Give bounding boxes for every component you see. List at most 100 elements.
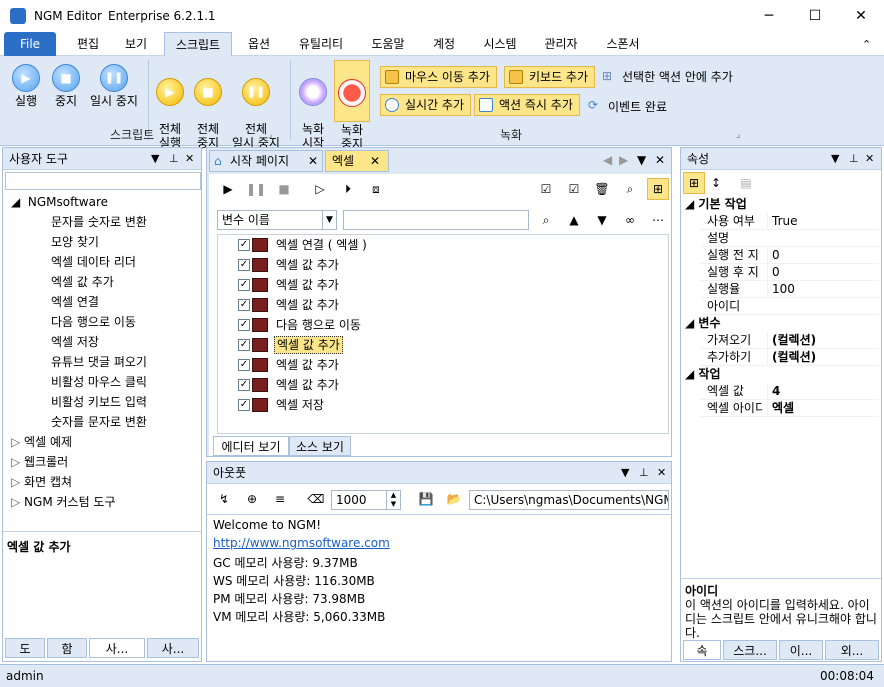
dialog-launcher-icon[interactable]: ⌟	[736, 130, 740, 140]
record-stop-button[interactable]: 녹화 중지	[334, 60, 370, 151]
play-icon[interactable]: ▶	[217, 178, 239, 200]
tab-left-2[interactable]: 함	[47, 638, 87, 658]
tab-props-4[interactable]: 외...	[825, 640, 879, 660]
action-row[interactable]: ✓ 엑셀 연결 ( 엑셀 )	[238, 235, 658, 255]
minimize-button[interactable]: ─	[746, 0, 792, 32]
prop-value[interactable]: 100	[767, 281, 795, 298]
expand-arrow-icon[interactable]: ▷	[11, 435, 24, 449]
stop-icon[interactable]: ■	[273, 178, 295, 200]
tree-item[interactable]: 모양 찾기	[51, 232, 99, 252]
close-icon[interactable]: ✕	[657, 462, 666, 484]
output-link[interactable]: http://www.ngmsoftware.com	[213, 536, 390, 550]
prop-value[interactable]: (컬렉션)	[767, 332, 816, 349]
tree-group[interactable]: ▷ 화면 캡쳐	[11, 472, 72, 492]
tab-left-4[interactable]: 사...	[147, 638, 199, 658]
tab-start-page[interactable]: ⌂ 시작 페이지 ✕	[209, 150, 323, 172]
checkbox[interactable]: ✓	[238, 299, 250, 311]
tree-item[interactable]: 비활성 키보드 입력	[51, 392, 147, 412]
play-button[interactable]: ▶ 실행	[8, 64, 44, 108]
run-all-button[interactable]: ▶ 전체 실행	[152, 64, 188, 150]
expand-arrow-icon[interactable]: ▷	[11, 455, 24, 469]
tab-utility[interactable]: 유틸리티	[290, 32, 352, 56]
tab-file[interactable]: File	[4, 32, 56, 56]
action-row[interactable]: ✓ 엑셀 값 추가	[238, 355, 658, 375]
checkbox[interactable]: ✓	[238, 319, 250, 331]
line-count-stepper[interactable]: 1000 ▲ ▼	[331, 490, 401, 510]
action-row[interactable]: ✓ 엑셀 값 추가	[238, 295, 658, 315]
tab-admin[interactable]: 관리자	[536, 32, 586, 56]
tree-item[interactable]: 엑셀 데이타 리더	[51, 252, 136, 272]
prop-row[interactable]: 설명	[701, 230, 879, 247]
action-row[interactable]: ✓ 엑셀 값 추가	[238, 275, 658, 295]
prop-value[interactable]: True	[767, 213, 798, 230]
run-selected-icon[interactable]: ⏵	[337, 178, 359, 200]
move-up-icon[interactable]: ▲	[563, 209, 585, 231]
tree-item[interactable]: 숫자를 문자로 변환	[51, 412, 147, 432]
action-row[interactable]: ✓ 엑셀 값 추가	[238, 375, 658, 395]
checkbox[interactable]: ✓	[238, 259, 250, 271]
close-button[interactable]: ✕	[838, 0, 884, 32]
tab-edit[interactable]: 편집	[66, 32, 110, 56]
close-icon[interactable]: ✕	[185, 148, 194, 170]
realtime-add-button[interactable]: 실시간 추가	[380, 94, 472, 116]
folder-icon[interactable]: 📂	[443, 488, 465, 510]
prop-value[interactable]: 엑셀	[767, 400, 794, 417]
pin-icon[interactable]: ⊥	[169, 148, 179, 170]
stop-all-button[interactable]: ■ 전체 중지	[190, 64, 226, 150]
prop-row[interactable]: 실행율 100	[701, 281, 879, 298]
categorized-icon[interactable]: ⊞	[683, 172, 705, 194]
action-row[interactable]: ✓ 엑셀 값 추가	[238, 335, 658, 355]
action-row[interactable]: ✓ 다음 행으로 이동	[238, 315, 658, 335]
pause-all-button[interactable]: ❚❚ 전체 일시 중지	[228, 64, 284, 150]
checkbox[interactable]: ✓	[238, 279, 250, 291]
tab-left-arrow-icon[interactable]: ◀	[603, 153, 612, 167]
action-row[interactable]: ✓ 엑셀 저장	[238, 395, 658, 415]
prop-value[interactable]: (컬렉션)	[767, 349, 816, 366]
tree-item[interactable]: 문자를 숫자로 변환	[51, 212, 147, 232]
collapse-icon[interactable]: ◢	[685, 367, 698, 381]
check-all-icon[interactable]: ☑	[535, 178, 557, 200]
prop-row[interactable]: 추가하기 (컬렉션)	[701, 349, 879, 366]
tab-editor-view[interactable]: 에디터 보기	[213, 436, 289, 456]
action-now-add-button[interactable]: 액션 즉시 추가	[474, 94, 580, 116]
tree-item[interactable]: 유튜브 댓글 펴오기	[51, 352, 147, 372]
tab-account[interactable]: 계정	[422, 32, 466, 56]
search-icon[interactable]: ⌕	[535, 209, 557, 231]
expand-arrow-icon[interactable]: ▷	[11, 495, 24, 509]
tab-sponsor[interactable]: 스폰서	[596, 32, 650, 56]
variable-select[interactable]: 변수 이름 ▼	[217, 210, 337, 230]
loop-icon[interactable]: ∞	[619, 209, 641, 231]
keyboard-add-button[interactable]: 키보드 추가	[504, 66, 596, 88]
prop-category[interactable]: ◢ 변수	[685, 315, 881, 332]
tree-group[interactable]: ▷ 엑셀 예제	[11, 432, 72, 452]
prop-value[interactable]: 4	[767, 383, 780, 400]
search-input[interactable]	[5, 172, 201, 190]
tree-item[interactable]: 엑셀 저장	[51, 332, 99, 352]
tab-left-1[interactable]: 도	[5, 638, 45, 658]
collapse-icon[interactable]: ◢	[685, 316, 698, 330]
save-icon[interactable]: 💾	[415, 488, 437, 510]
prop-value[interactable]: 0	[767, 264, 780, 281]
prop-row[interactable]: 엑셀 아이디 엑셀	[701, 400, 879, 417]
path-input[interactable]: C:\Users\ngmas\Documents\NGM6\	[469, 490, 669, 510]
more-icon[interactable]: ⋯	[647, 209, 669, 231]
expand-arrow-icon[interactable]: ▷	[11, 475, 24, 489]
tab-excel[interactable]: 엑셀 ✕	[325, 150, 389, 172]
tab-close-icon[interactable]: ✕	[370, 151, 380, 171]
search-icon[interactable]: ⌕	[619, 178, 641, 200]
sort-az-icon[interactable]: ↕	[705, 172, 727, 194]
pause-button[interactable]: ❚❚ 일시 중지	[86, 64, 142, 108]
checkbox[interactable]: ✓	[238, 239, 250, 251]
prop-category[interactable]: ◢ 기본 작업	[685, 196, 881, 213]
maximize-button[interactable]: ☐	[792, 0, 838, 32]
tree-view-icon[interactable]: ⊞	[647, 178, 669, 200]
tab-props-2[interactable]: 스크...	[723, 640, 777, 660]
tab-props-1[interactable]: 속	[683, 640, 721, 660]
tree-item[interactable]: 다음 행으로 이동	[51, 312, 136, 332]
add-inside-action-button[interactable]: ⊞ 선택한 액션 안에 추가	[600, 68, 733, 85]
tree-item[interactable]: 엑셀 연결	[51, 292, 99, 312]
variable-search-input[interactable]	[343, 210, 529, 230]
prop-category[interactable]: ◢ 작업	[685, 366, 881, 383]
collapse-ribbon-icon[interactable]: ⌃	[862, 38, 871, 51]
prop-row[interactable]: 엑셀 값 4	[701, 383, 879, 400]
